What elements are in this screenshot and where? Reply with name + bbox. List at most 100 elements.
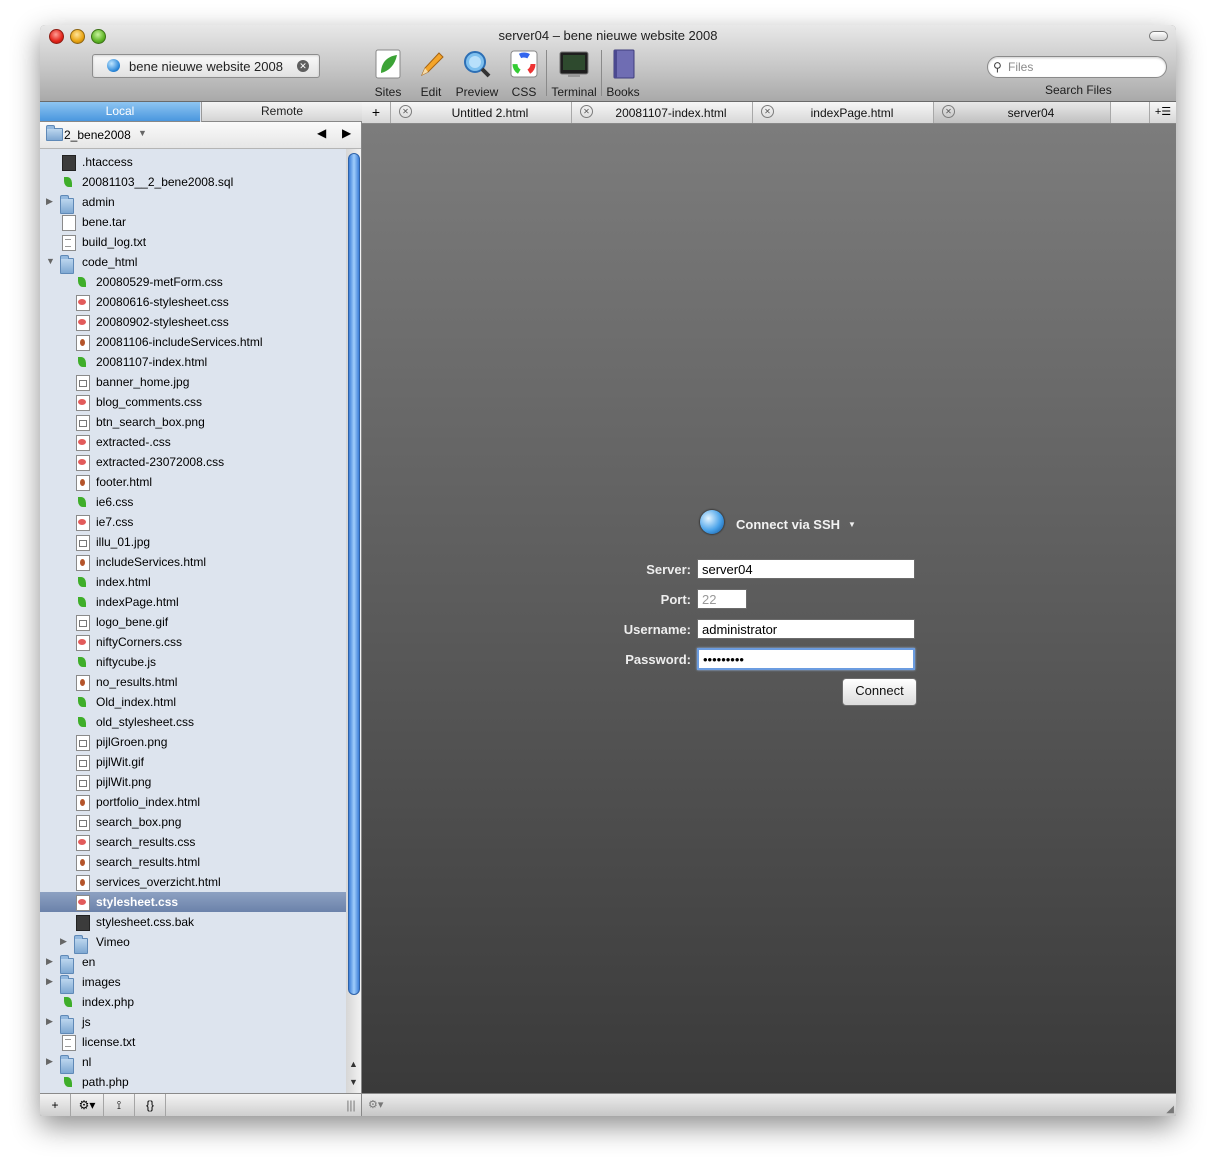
file-row[interactable]: 20080902-stylesheet.css	[40, 312, 346, 332]
disclosure-closed-icon[interactable]: ▶	[46, 196, 53, 207]
resize-grip-icon[interactable]: ◢	[1166, 1104, 1174, 1115]
file-row[interactable]: search_box.png	[40, 812, 346, 832]
file-row[interactable]: extracted-23072008.css	[40, 452, 346, 472]
tab-untitled-2[interactable]: ✕ Untitled 2.html	[391, 102, 572, 123]
disclosure-closed-icon[interactable]: ▶	[46, 956, 53, 967]
file-row[interactable]: .htaccess	[40, 152, 346, 172]
file-row[interactable]: btn_search_box.png	[40, 412, 346, 432]
file-row[interactable]: pijlWit.gif	[40, 752, 346, 772]
file-row[interactable]: includeServices.html	[40, 552, 346, 572]
username-input[interactable]	[697, 619, 915, 639]
add-file-button[interactable]: +	[40, 1094, 71, 1116]
books-button[interactable]: Books	[606, 49, 640, 99]
close-tab-icon[interactable]: ✕	[399, 105, 412, 118]
remote-tab[interactable]: Remote	[201, 102, 362, 122]
file-row[interactable]: blog_comments.css	[40, 392, 346, 412]
file-row[interactable]: Old_index.html	[40, 692, 346, 712]
file-row[interactable]: index.html	[40, 572, 346, 592]
file-row[interactable]: no_results.html	[40, 672, 346, 692]
file-row[interactable]: path.php	[40, 1072, 346, 1092]
file-row[interactable]: bene.tar	[40, 212, 346, 232]
file-row[interactable]: search_results.html	[40, 852, 346, 872]
gear-menu-icon[interactable]: ⚙▾	[71, 1094, 104, 1116]
file-row[interactable]: stylesheet.css	[40, 892, 346, 912]
file-row[interactable]: niftyCorners.css	[40, 632, 346, 652]
file-row[interactable]: footer.html	[40, 472, 346, 492]
files-search-field[interactable]: ⚲ Files	[987, 56, 1167, 78]
file-row[interactable]: portfolio_index.html	[40, 792, 346, 812]
folder-row[interactable]: ▼ code_html	[40, 252, 346, 274]
tab-list-menu-icon[interactable]: +☰	[1149, 102, 1176, 123]
file-row[interactable]: index.php	[40, 992, 346, 1012]
server-input[interactable]	[697, 559, 915, 579]
new-tab-button[interactable]: +	[362, 102, 391, 123]
folder-row[interactable]: ▶ Vimeo	[40, 932, 346, 954]
sidebar-scrollbar[interactable]: ▲ ▼	[346, 149, 361, 1094]
file-row[interactable]: search_results.css	[40, 832, 346, 852]
file-row[interactable]: illu_01.jpg	[40, 532, 346, 552]
html-file-icon	[76, 855, 90, 871]
connection-type-dropdown[interactable]: Connect via SSH	[736, 517, 840, 532]
tab-label: indexPage.html	[810, 106, 894, 120]
tab-server04[interactable]: ✕ server04	[934, 102, 1111, 123]
edit-button[interactable]: Edit	[416, 49, 446, 99]
scrollbar-thumb[interactable]	[348, 153, 360, 995]
disclosure-closed-icon[interactable]: ▶	[46, 1016, 53, 1027]
file-row[interactable]: pijlGroen.png	[40, 732, 346, 752]
chevron-down-icon[interactable]: ▼	[138, 128, 147, 138]
file-row[interactable]: niftycube.js	[40, 652, 346, 672]
folder-row[interactable]: ▶ js	[40, 1012, 346, 1034]
folder-row[interactable]: ▶ admin	[40, 192, 346, 214]
disclosure-closed-icon[interactable]: ▶	[60, 936, 67, 947]
connect-button[interactable]: Connect	[842, 678, 917, 706]
chevron-down-icon[interactable]: ▼	[848, 520, 856, 529]
file-row[interactable]: stylesheet.css.bak	[40, 912, 346, 932]
folder-row[interactable]: ▶ images	[40, 972, 346, 994]
file-row[interactable]: indexPage.html	[40, 592, 346, 612]
file-row[interactable]: ie7.css	[40, 512, 346, 532]
braces-icon[interactable]: {}	[135, 1094, 166, 1116]
file-row[interactable]: services_overzicht.html	[40, 872, 346, 892]
forward-arrow-icon[interactable]: ▶	[342, 126, 351, 140]
terminal-button[interactable]: Terminal	[550, 49, 598, 99]
close-tab-icon[interactable]: ✕	[942, 105, 955, 118]
close-tab-icon[interactable]: ✕	[580, 105, 593, 118]
file-row[interactable]: pijlWit.png	[40, 772, 346, 792]
file-row[interactable]: build_log.txt	[40, 232, 346, 252]
disclosure-closed-icon[interactable]: ▶	[46, 976, 53, 987]
file-row[interactable]: 20080529-metForm.css	[40, 272, 346, 292]
gear-icon[interactable]: ⚙▾	[368, 1098, 383, 1111]
password-input[interactable]	[697, 648, 915, 670]
local-tab[interactable]: Local	[40, 102, 200, 122]
sites-button[interactable]: Sites	[373, 49, 403, 99]
rss-icon[interactable]: ⟟	[104, 1094, 135, 1116]
file-row[interactable]: ie6.css	[40, 492, 346, 512]
tab-20081107-index[interactable]: ✕ 20081107-index.html	[572, 102, 753, 123]
file-row[interactable]: license.txt	[40, 1032, 346, 1052]
disclosure-open-icon[interactable]: ▼	[46, 256, 55, 266]
close-tab-icon[interactable]: ✕	[761, 105, 774, 118]
scroll-down-icon[interactable]: ▼	[349, 1077, 358, 1087]
tab-indexpage[interactable]: ✕ indexPage.html	[753, 102, 934, 123]
folder-row[interactable]: ▶ en	[40, 952, 346, 974]
sidebar-resize-handle[interactable]: |||	[343, 1094, 359, 1116]
file-row[interactable]: extracted-.css	[40, 432, 346, 452]
file-row[interactable]: 20081106-includeServices.html	[40, 332, 346, 352]
disclosure-closed-icon[interactable]: ▶	[46, 1056, 53, 1067]
scroll-up-icon[interactable]: ▲	[349, 1059, 358, 1069]
toolbar-toggle-button[interactable]	[1149, 31, 1168, 41]
file-row[interactable]: 20081103__2_bene2008.sql	[40, 172, 346, 192]
folder-row[interactable]: ▶ nl	[40, 1052, 346, 1074]
file-row[interactable]: banner_home.jpg	[40, 372, 346, 392]
back-arrow-icon[interactable]: ◀	[317, 126, 326, 140]
file-row[interactable]: old_stylesheet.css	[40, 712, 346, 732]
preview-button[interactable]: Preview	[455, 49, 499, 99]
file-row[interactable]: 20081107-index.html	[40, 352, 346, 372]
site-selector[interactable]: bene nieuwe website 2008 ✕	[92, 54, 320, 78]
port-input[interactable]	[697, 589, 747, 609]
close-site-icon[interactable]: ✕	[297, 60, 309, 72]
file-row[interactable]: 20080616-stylesheet.css	[40, 292, 346, 312]
css-button[interactable]: CSS	[509, 49, 539, 99]
file-row[interactable]: logo_bene.gif	[40, 612, 346, 632]
current-folder[interactable]: 2_bene2008	[64, 128, 131, 142]
